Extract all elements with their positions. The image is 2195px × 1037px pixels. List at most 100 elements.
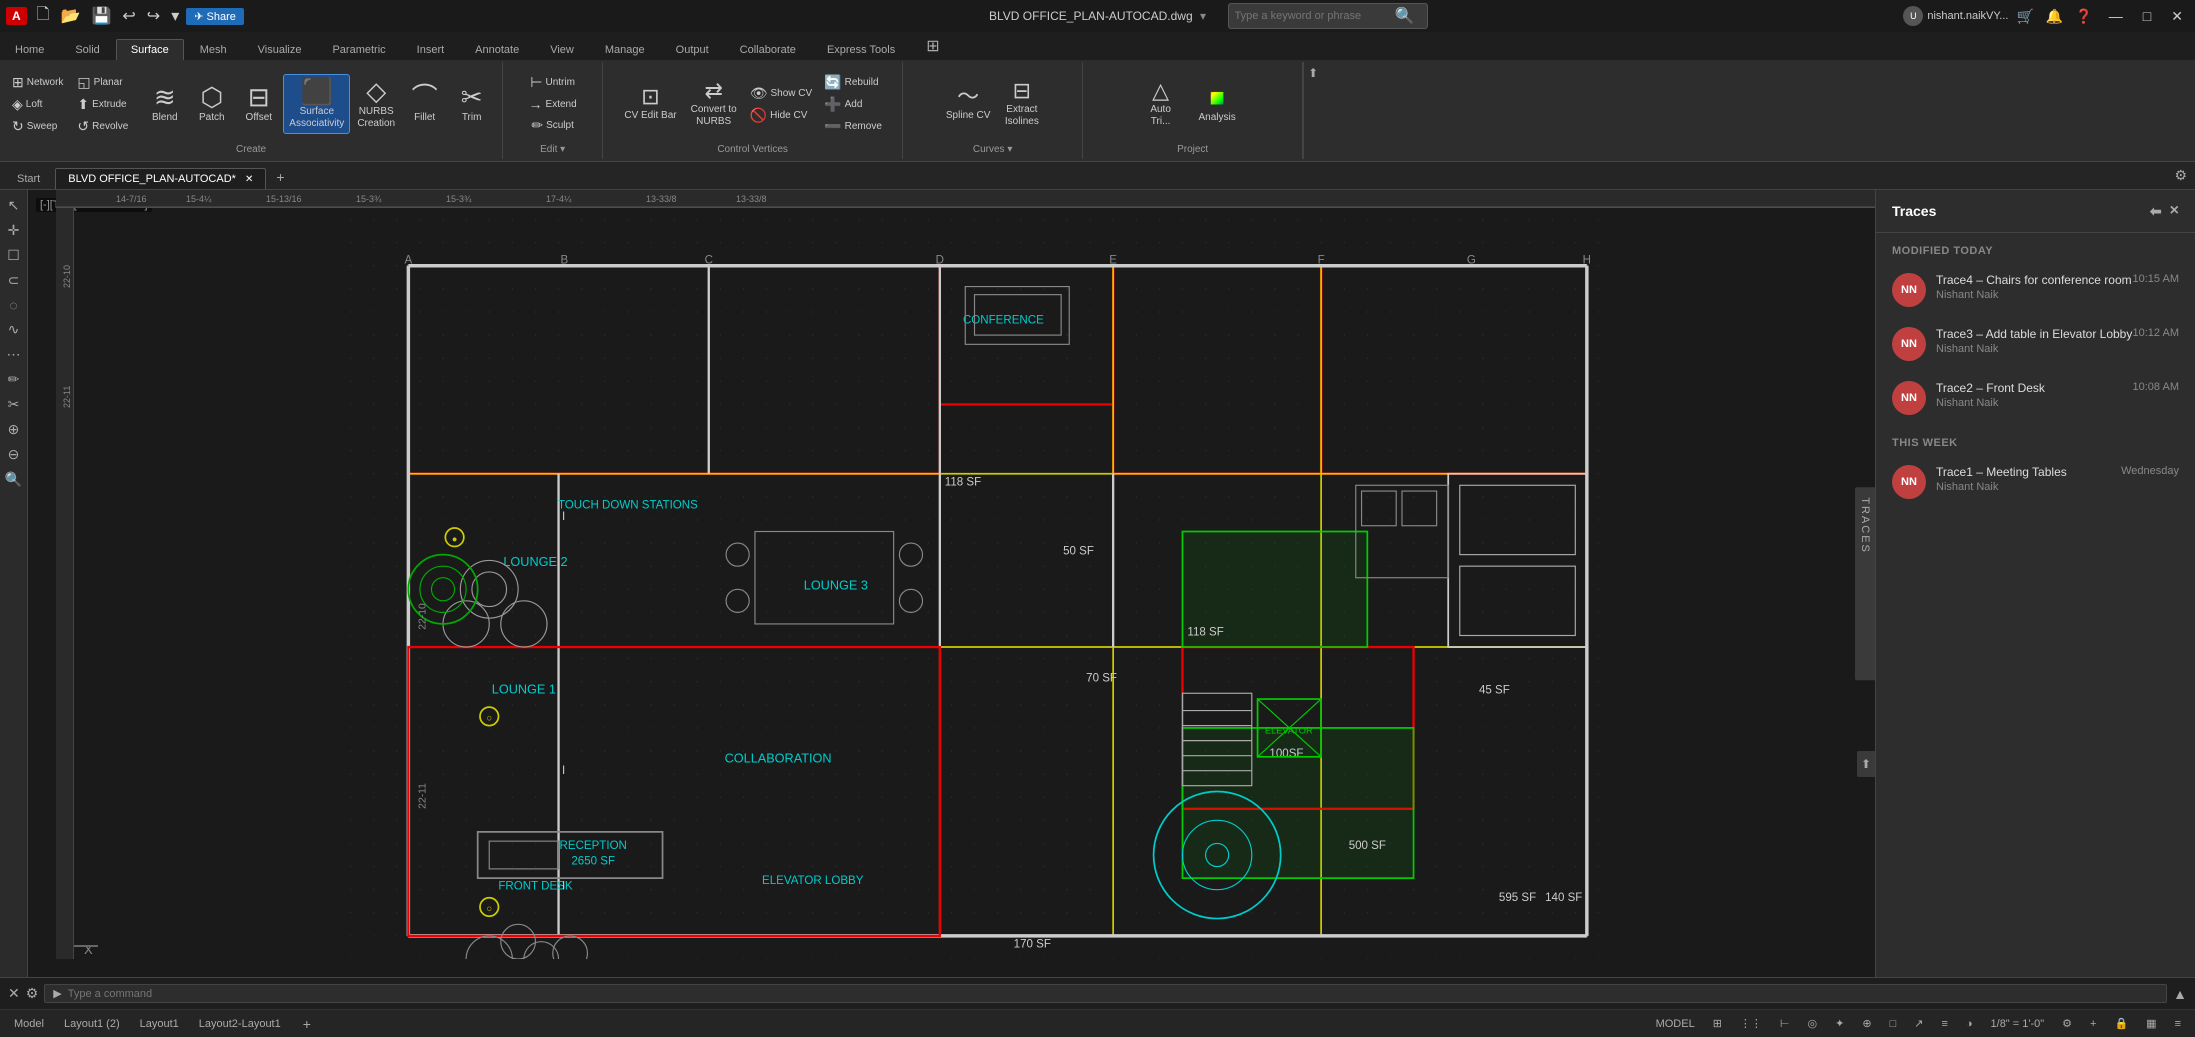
tab-mesh[interactable]: Mesh — [185, 39, 242, 60]
cv-edit-bar-button[interactable]: ⊡ CV Edit Bar — [619, 83, 681, 125]
tab-output[interactable]: Output — [661, 39, 724, 60]
dropdown-arrow[interactable]: ▾ — [1200, 9, 1206, 23]
undo-icon[interactable]: ↩ — [118, 4, 139, 28]
spline-cv-button[interactable]: 〜 Spline CV — [941, 83, 995, 125]
ribbon-collapse-button[interactable]: ⬆ — [1308, 66, 1318, 80]
tab-manage[interactable]: Manage — [590, 39, 660, 60]
lt-icon-4[interactable]: ⊂ — [5, 269, 23, 292]
offset-button[interactable]: ⊟ Offset — [236, 81, 281, 127]
minimize-button[interactable]: — — [2101, 6, 2131, 26]
tab-surface[interactable]: Surface — [116, 39, 184, 60]
trace-item-2[interactable]: NN Trace2 – Front Desk 10:08 AM Nishant … — [1876, 371, 2195, 425]
planar-button[interactable]: ◱ Planar — [73, 72, 132, 93]
expand-panel-button[interactable]: ⬆ — [1857, 751, 1875, 777]
polar-button[interactable]: ◎ — [1802, 1015, 1824, 1032]
sculpt-button[interactable]: ✏ Sculpt — [527, 115, 578, 136]
traces-collapse-icon[interactable]: ⬅ — [2150, 203, 2162, 220]
new-icon[interactable]: 🗋 — [33, 1, 54, 32]
scale-label[interactable]: 1/8" = 1'-0" — [1985, 1016, 2051, 1032]
tab-visualize[interactable]: Visualize — [243, 39, 317, 60]
status-more-button[interactable]: ≡ — [2169, 1016, 2187, 1032]
lwt-button[interactable]: ≡ — [1935, 1016, 1953, 1032]
tab-blvd[interactable]: BLVD OFFICE_PLAN-AUTOCAD* ✕ — [55, 168, 266, 189]
layout1-2-tab[interactable]: Layout1 (2) — [58, 1016, 126, 1032]
remove-button[interactable]: ➖ Remove — [820, 116, 886, 137]
plus-status-button[interactable]: + — [2084, 1016, 2102, 1032]
canvas-area[interactable]: [-][Top][2D Wireframe] Y X 14-7/16 15-4¼… — [28, 190, 1875, 977]
show-cv-button[interactable]: 👁 Show CV — [746, 83, 816, 104]
close-button[interactable]: ✕ — [2163, 6, 2191, 27]
lt-icon-8[interactable]: ✏ — [5, 368, 23, 391]
model-space-label[interactable]: MODEL — [1650, 1016, 1701, 1032]
workspace-button[interactable]: ▦ — [2140, 1015, 2162, 1032]
tab-start[interactable]: Start — [4, 168, 53, 189]
otrack-button[interactable]: ⊕ — [1856, 1015, 1877, 1032]
tab-view[interactable]: View — [535, 39, 589, 60]
save-icon[interactable]: 💾 — [87, 4, 115, 28]
ucs-button[interactable]: □ — [1884, 1016, 1903, 1032]
tab-parametric[interactable]: Parametric — [317, 39, 400, 60]
new-tab-button[interactable]: + — [268, 165, 292, 189]
search-icon[interactable]: 🔍 — [1395, 6, 1415, 26]
add-layout-button[interactable]: + — [295, 1012, 319, 1036]
settings-button[interactable]: ⚙ — [2056, 1015, 2078, 1032]
extract-isolines-button[interactable]: ⊟ ExtractIsolines — [999, 77, 1044, 131]
network-button[interactable]: ⊞ Network — [8, 72, 67, 93]
rebuild-button[interactable]: 🔄 Rebuild — [820, 72, 886, 93]
lt-icon-5[interactable]: ◌ — [6, 294, 20, 316]
convert-to-nurbs-button[interactable]: ⇄ Convert toNURBS — [686, 77, 742, 131]
lt-icon-12[interactable]: 🔍 — [2, 468, 25, 491]
trace-item-4[interactable]: NN Trace4 – Chairs for conference room 1… — [1876, 263, 2195, 317]
traces-vertical-tab[interactable]: TRACES — [1855, 487, 1875, 681]
share-icon[interactable]: ✈ Share — [186, 8, 244, 25]
extend-button[interactable]: → Extend — [525, 94, 581, 114]
trim-button[interactable]: ✂ Trim — [449, 81, 494, 127]
lt-icon-7[interactable]: ⋯ — [4, 343, 24, 366]
snap-settings-button[interactable]: ⋮⋮ — [1734, 1015, 1768, 1032]
trace-item-1[interactable]: NN Trace1 – Meeting Tables Wednesday Nis… — [1876, 455, 2195, 509]
lt-icon-9[interactable]: ✂ — [5, 393, 23, 416]
cart-icon[interactable]: 🛒 — [2012, 6, 2037, 27]
maximize-button[interactable]: □ — [2135, 6, 2159, 26]
hide-cv-button[interactable]: 🚫 Hide CV — [746, 105, 816, 126]
layout2-tab[interactable]: Layout2-Layout1 — [193, 1016, 287, 1032]
open-icon[interactable]: 📂 — [57, 4, 85, 28]
add-button[interactable]: ➕ Add — [820, 94, 886, 115]
layout1-tab[interactable]: Layout1 — [134, 1016, 185, 1032]
redo-icon[interactable]: ↪ — [143, 4, 164, 28]
trace-item-3[interactable]: NN Trace3 – Add table in Elevator Lobby … — [1876, 317, 2195, 371]
tab-more[interactable]: ⊞ — [911, 31, 954, 60]
fillet-button[interactable]: ⌒ Fillet — [402, 81, 447, 127]
cmd-settings-button[interactable]: ⚙ — [26, 985, 39, 1002]
lock-ui-button[interactable]: 🔒 — [2108, 1015, 2134, 1032]
cmd-close-button[interactable]: ✕ — [8, 985, 20, 1002]
tab-close-icon[interactable]: ✕ — [245, 174, 253, 185]
sweep-button[interactable]: ↻ Sweep — [8, 116, 67, 137]
tab-insert[interactable]: Insert — [402, 39, 460, 60]
dyn-button[interactable]: ↗ — [1908, 1015, 1929, 1032]
loft-button[interactable]: ◈ Loft — [8, 94, 67, 115]
blend-button[interactable]: ≋ Blend — [142, 81, 187, 127]
lt-icon-6[interactable]: ∿ — [5, 318, 23, 341]
tab-collaborate[interactable]: Collaborate — [725, 39, 811, 60]
lt-icon-10[interactable]: ⊕ — [5, 418, 23, 441]
workspace-settings-icon[interactable]: ⚙ — [2166, 163, 2195, 189]
ortho-button[interactable]: ⊢ — [1774, 1015, 1796, 1032]
bell-icon[interactable]: 🔔 — [2042, 6, 2067, 27]
tab-express-tools[interactable]: Express Tools — [812, 39, 910, 60]
search-input[interactable] — [1235, 10, 1395, 22]
tab-solid[interactable]: Solid — [60, 39, 114, 60]
cmd-input[interactable] — [68, 988, 2158, 1000]
extrude-button[interactable]: ⬆ Extrude — [73, 94, 132, 115]
lt-icon-1[interactable]: ↖ — [5, 194, 23, 217]
tab-annotate[interactable]: Annotate — [460, 39, 534, 60]
revolve-button[interactable]: ↺ Revolve — [73, 116, 132, 137]
auto-tri-button[interactable]: △ AutoTri... — [1138, 77, 1183, 131]
lt-icon-3[interactable]: ☐ — [4, 244, 23, 267]
analysis-button[interactable]: ■ Analysis — [1187, 81, 1247, 127]
transparency-button[interactable]: ◑ — [1960, 1016, 1979, 1032]
lt-icon-2[interactable]: ✛ — [5, 219, 23, 242]
cmd-scroll-button[interactable]: ▲ — [2173, 986, 2187, 1002]
surface-associativity-button[interactable]: ⬛ SurfaceAssociativity — [283, 74, 350, 134]
grid-display-button[interactable]: ⊞ — [1707, 1015, 1728, 1032]
